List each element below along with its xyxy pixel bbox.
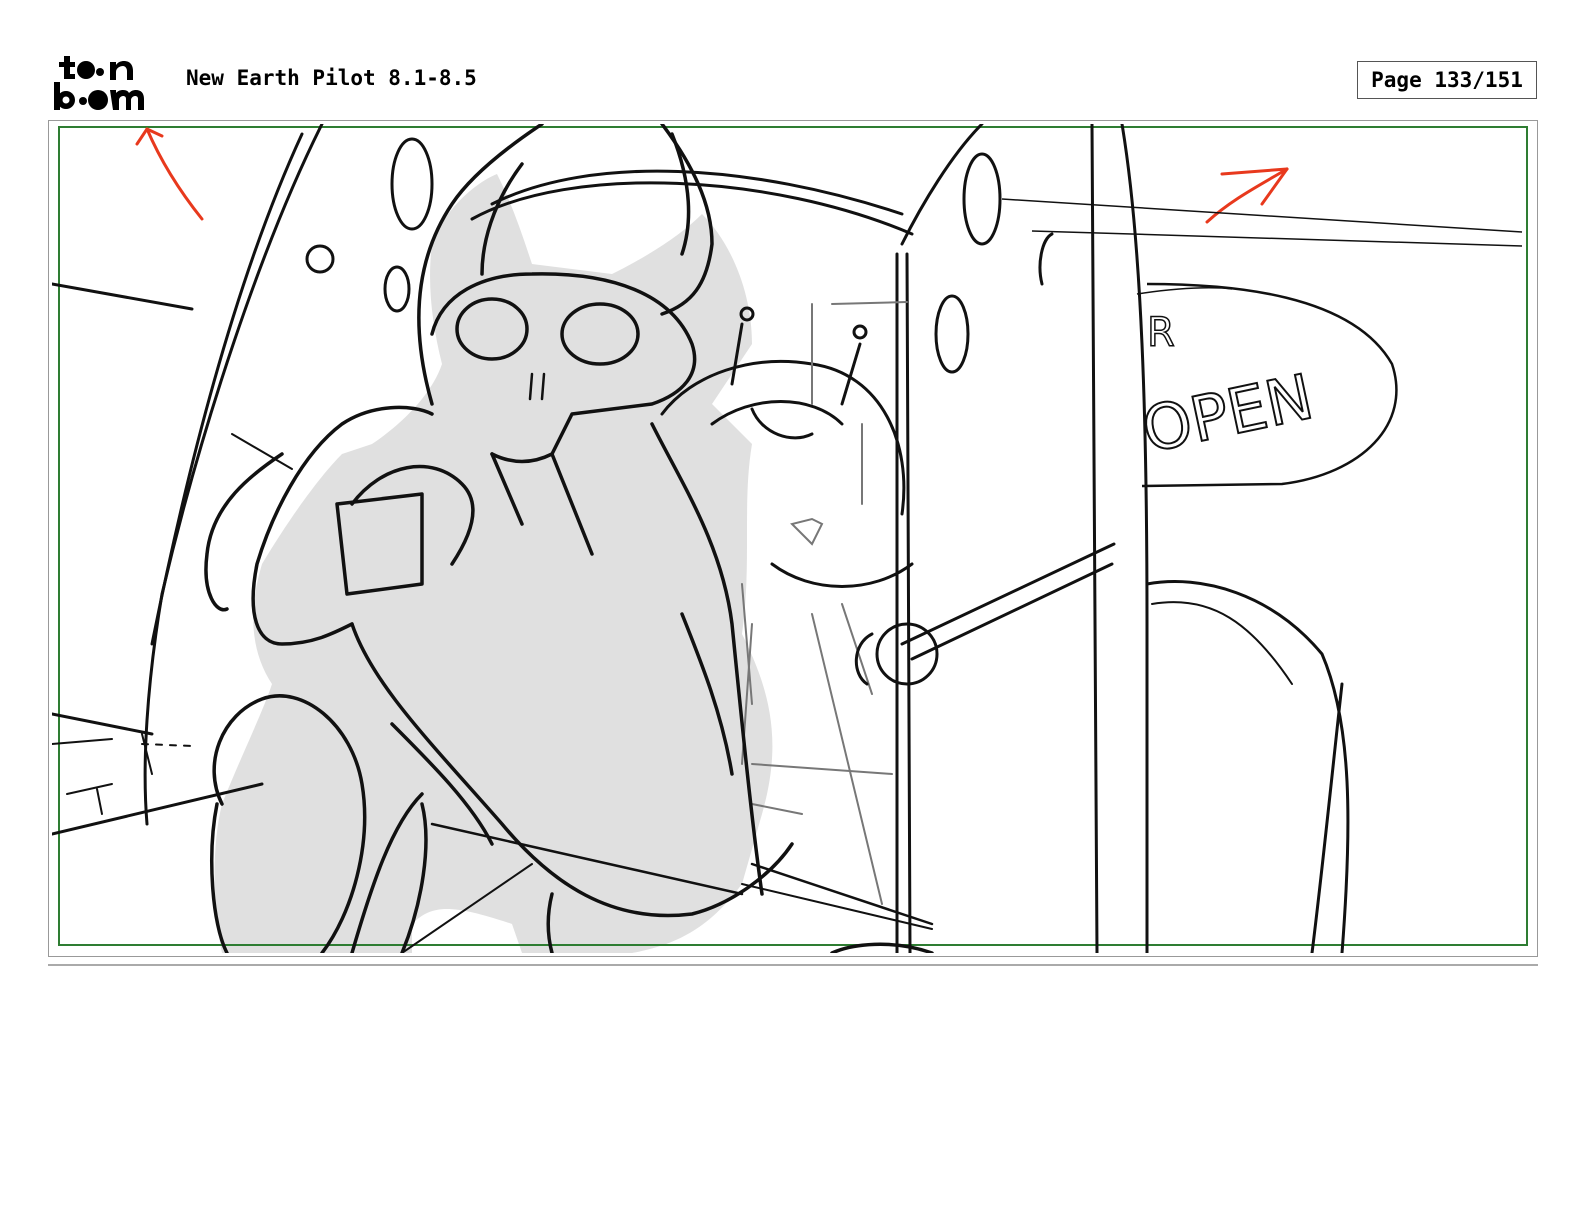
- camera-move-arrows: [135, 127, 1289, 224]
- character-shading: [214, 174, 773, 953]
- perspective-lines: [1001, 198, 1523, 247]
- open-sign-partial-text: R: [1147, 310, 1175, 356]
- open-sign-text: OPEN: [1136, 360, 1319, 467]
- toon-boom-logo: [54, 56, 144, 110]
- page-number: Page 133/151: [1357, 61, 1537, 99]
- storyboard-panel-sketch: OPEN R: [52, 124, 1528, 953]
- panel-divider: [48, 964, 1538, 966]
- project-title: New Earth Pilot 8.1-8.5: [186, 66, 477, 90]
